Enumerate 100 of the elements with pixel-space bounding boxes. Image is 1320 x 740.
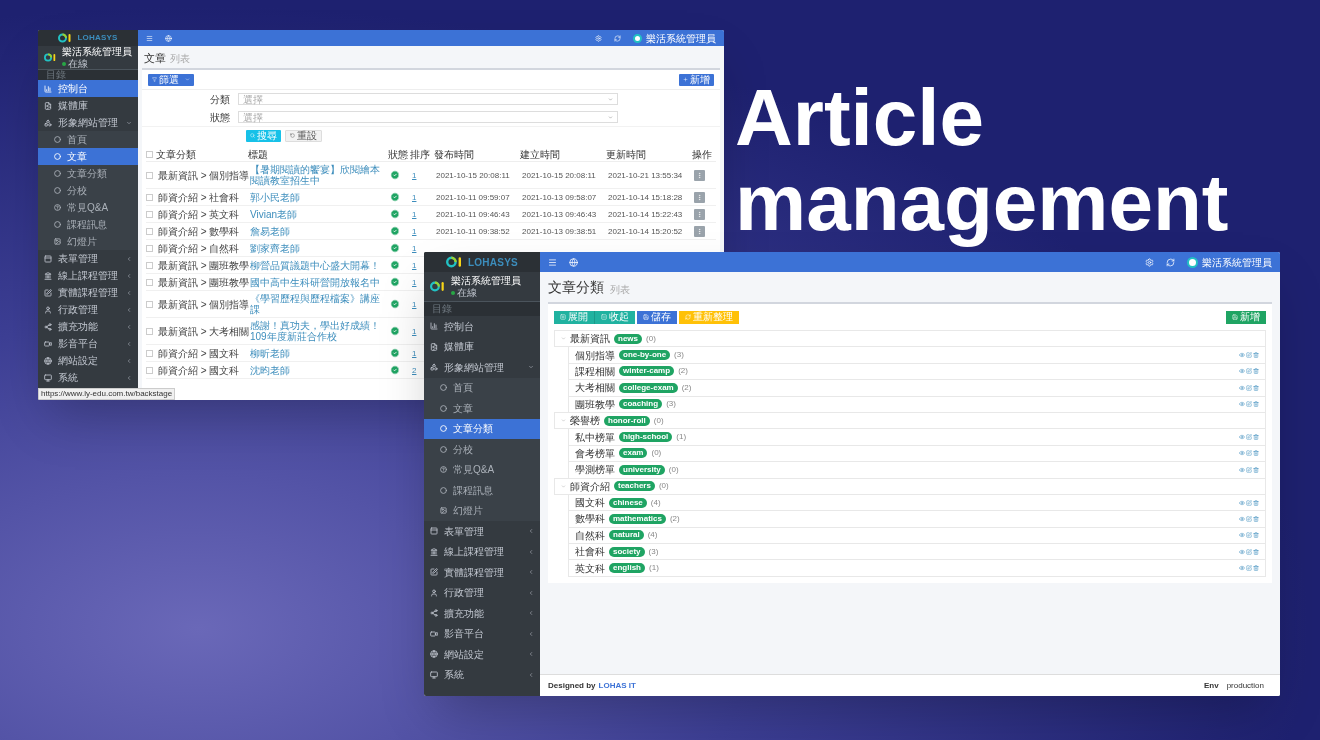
checkbox[interactable] <box>146 261 153 269</box>
menu-icon[interactable] <box>548 257 557 267</box>
sidebar-item[interactable]: 媒體庫 <box>38 97 138 114</box>
trash-icon[interactable] <box>1253 499 1259 506</box>
view-icon[interactable] <box>1239 352 1245 359</box>
edit-icon[interactable] <box>1246 532 1252 539</box>
sidebar-subitem[interactable]: 首頁 <box>38 131 138 148</box>
add-button[interactable]: 新增 <box>1226 310 1266 324</box>
view-icon[interactable] <box>1239 384 1245 391</box>
title-link[interactable]: 國中高中生科研營開放報名中 <box>250 276 386 288</box>
avatar-icon[interactable] <box>633 33 642 43</box>
order-link[interactable]: 1 <box>412 227 417 236</box>
sidebar-item[interactable]: 擴充功能 <box>38 318 138 335</box>
title-link[interactable]: 感謝！真功夫，學出好成績！109年度新莊合作校 <box>250 320 386 342</box>
sidebar-subitem[interactable]: 課程訊息 <box>38 216 138 233</box>
sidebar-item[interactable]: 行政管理 <box>38 301 138 318</box>
trash-icon[interactable] <box>1253 352 1259 359</box>
edit-icon[interactable] <box>1246 450 1252 457</box>
title-link[interactable]: 《學習歷程與歷程檔案》講座課 <box>250 293 386 315</box>
order-link[interactable]: 1 <box>412 278 417 287</box>
sidebar-item[interactable]: 系統 <box>38 369 138 386</box>
title-link[interactable]: 【暑期閱讀的饗宴】欣閱繪本閱讀教室招生中 <box>250 164 386 186</box>
company-link[interactable]: LOHAS IT <box>598 679 636 692</box>
header-user-name[interactable]: 樂活系統管理員 <box>1202 254 1272 270</box>
sidebar-item[interactable]: 控制台 <box>38 80 138 97</box>
add-button[interactable]: 新增 <box>679 73 714 86</box>
order-link[interactable]: 1 <box>412 261 417 270</box>
trash-icon[interactable] <box>1253 516 1259 522</box>
sidebar-item[interactable]: 表單管理 <box>424 521 540 542</box>
order-link[interactable]: 1 <box>412 244 417 253</box>
order-link[interactable]: 1 <box>412 171 417 180</box>
sidebar-item[interactable]: 線上課程管理 <box>424 541 540 562</box>
edit-icon[interactable] <box>1246 548 1252 555</box>
sidebar-subitem[interactable]: 常見Q&A <box>38 199 138 216</box>
tree-row[interactable]: 個別指導 one-by-one (3) <box>568 346 1266 364</box>
toolbar-button[interactable]: 收起 <box>594 310 635 324</box>
sidebar-item[interactable]: 形象網站管理 <box>424 357 540 378</box>
refresh-icon[interactable] <box>1166 257 1175 267</box>
edit-icon[interactable] <box>1246 401 1252 408</box>
sidebar-subitem[interactable]: 幻燈片 <box>424 500 540 521</box>
tree-row[interactable]: 數學科 mathematics (2) <box>568 510 1266 528</box>
sidebar-item[interactable]: 行政管理 <box>424 582 540 603</box>
sidebar-subitem[interactable]: 文章 <box>424 398 540 419</box>
sidebar-subitem[interactable]: 分校 <box>424 439 540 460</box>
view-icon[interactable] <box>1239 434 1245 441</box>
settings-icon[interactable] <box>1145 257 1154 267</box>
view-icon[interactable] <box>1239 401 1245 408</box>
checkbox[interactable] <box>146 327 153 335</box>
view-icon[interactable] <box>1239 450 1245 457</box>
order-link[interactable]: 1 <box>412 193 417 202</box>
edit-icon[interactable] <box>1246 466 1252 473</box>
filter-button[interactable]: 篩選 <box>148 73 194 86</box>
checkbox[interactable] <box>146 193 153 201</box>
globe-icon[interactable] <box>165 34 172 42</box>
toolbar-button[interactable]: 儲存 <box>637 310 677 324</box>
checkbox[interactable] <box>146 244 153 252</box>
trash-icon[interactable] <box>1253 401 1259 408</box>
checkbox[interactable] <box>146 278 153 286</box>
sidebar-item[interactable]: 網站設定 <box>38 352 138 369</box>
header-user-name[interactable]: 樂活系統管理員 <box>646 30 716 46</box>
order-link[interactable]: 1 <box>412 300 417 309</box>
checkbox[interactable] <box>146 210 153 218</box>
edit-icon[interactable] <box>1246 434 1252 441</box>
menu-icon[interactable] <box>146 34 153 42</box>
title-link[interactable]: 劉家齊老師 <box>250 242 386 254</box>
trash-icon[interactable] <box>1253 384 1259 391</box>
title-link[interactable]: 沈昀老師 <box>250 364 386 376</box>
trash-icon[interactable] <box>1253 565 1259 572</box>
caret-icon[interactable] <box>561 418 566 424</box>
title-link[interactable]: Vivian老師 <box>250 208 386 220</box>
checkbox[interactable] <box>146 151 153 158</box>
sidebar-subitem[interactable]: 常見Q&A <box>424 459 540 480</box>
tree-row[interactable]: 大考相關 college-exam (2) <box>568 379 1266 397</box>
sidebar-subitem[interactable]: 文章分類 <box>38 165 138 182</box>
refresh-icon[interactable] <box>614 34 621 42</box>
view-icon[interactable] <box>1239 565 1245 572</box>
more-button[interactable] <box>694 191 705 203</box>
sidebar-subitem[interactable]: 分校 <box>38 182 138 199</box>
sidebar-subitem[interactable]: 課程訊息 <box>424 480 540 501</box>
sidebar-subitem[interactable]: 幻燈片 <box>38 233 138 250</box>
sidebar-subitem[interactable]: 首頁 <box>424 377 540 398</box>
settings-icon[interactable] <box>595 34 602 42</box>
view-icon[interactable] <box>1239 548 1245 555</box>
sidebar-item[interactable]: 擴充功能 <box>424 603 540 624</box>
checkbox[interactable] <box>146 300 153 308</box>
edit-icon[interactable] <box>1246 368 1252 375</box>
checkbox[interactable] <box>146 366 153 374</box>
view-icon[interactable] <box>1239 466 1245 473</box>
view-icon[interactable] <box>1239 368 1245 375</box>
sidebar-item[interactable]: 影音平台 <box>38 335 138 352</box>
trash-icon[interactable] <box>1253 532 1259 539</box>
trash-icon[interactable] <box>1253 466 1259 473</box>
reset-button[interactable]: 重設 <box>285 129 322 142</box>
sidebar-item[interactable]: 實體課程管理 <box>38 284 138 301</box>
trash-icon[interactable] <box>1253 368 1259 375</box>
sidebar-item[interactable]: 網站設定 <box>424 644 540 665</box>
title-link[interactable]: 詹易老師 <box>250 225 386 237</box>
order-link[interactable]: 1 <box>412 349 417 358</box>
caret-icon[interactable] <box>561 483 566 489</box>
edit-icon[interactable] <box>1246 565 1252 572</box>
